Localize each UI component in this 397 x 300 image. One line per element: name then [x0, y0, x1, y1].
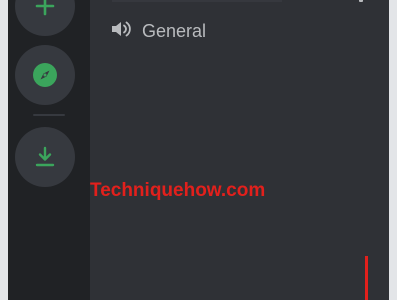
- chevron-icon: [359, 0, 363, 2]
- watermark-text: Techniquehow.com: [90, 180, 266, 201]
- channel-list: General: [90, 0, 389, 300]
- download-apps-button[interactable]: [15, 127, 75, 187]
- discord-window: General: [8, 0, 389, 300]
- add-server-button[interactable]: [15, 0, 75, 36]
- plus-icon: [33, 0, 57, 18]
- speaker-icon: [110, 19, 132, 44]
- explore-servers-button[interactable]: [15, 45, 75, 105]
- channel-name: General: [142, 20, 207, 41]
- voice-channel-general[interactable]: General: [110, 18, 206, 44]
- partial-header: [112, 0, 389, 2]
- download-icon: [33, 145, 57, 169]
- compass-icon: [32, 62, 58, 88]
- watermark: Techniquehow.com: [90, 180, 265, 202]
- rail-divider: [33, 114, 65, 116]
- red-marker-line: [365, 256, 368, 300]
- server-rail: [8, 0, 90, 300]
